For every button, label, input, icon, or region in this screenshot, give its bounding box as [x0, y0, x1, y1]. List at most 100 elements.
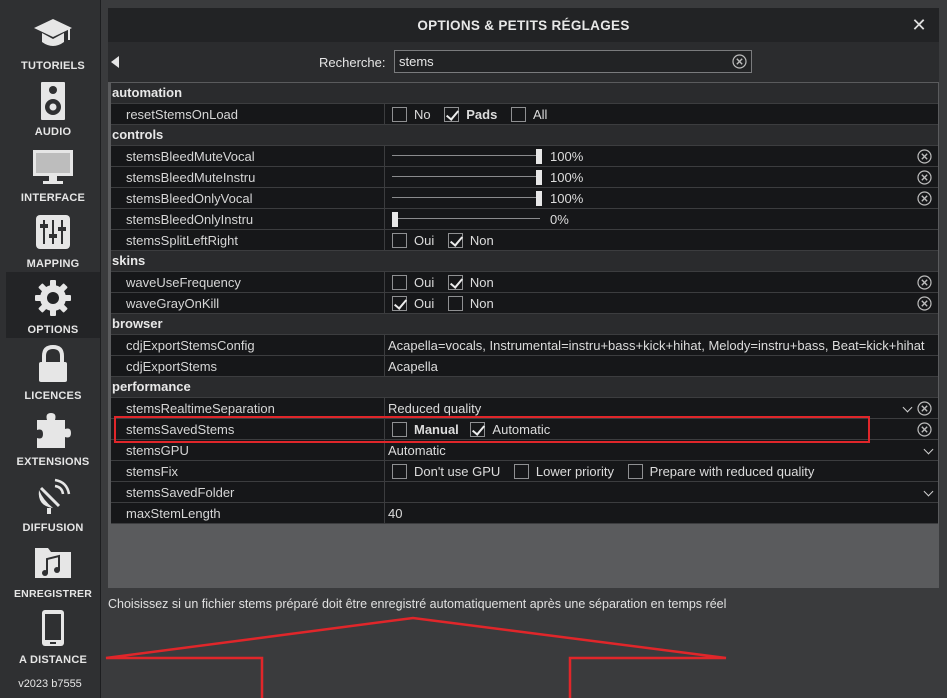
- sidebar-item-label: DIFFUSION: [22, 522, 84, 534]
- chevron-down-icon[interactable]: [902, 402, 913, 413]
- graduation-cap-icon: [34, 19, 72, 46]
- search-label: Recherche:: [319, 55, 386, 70]
- reset-icon[interactable]: [917, 401, 932, 416]
- option-name: stemsSavedStems: [126, 422, 235, 437]
- option-label: Prepare with reduced quality: [649, 464, 815, 479]
- slider-track[interactable]: [392, 218, 540, 219]
- checkbox-oui[interactable]: [392, 275, 407, 290]
- reset-icon[interactable]: [917, 191, 932, 206]
- reset-icon[interactable]: [917, 149, 932, 164]
- checkbox-pads[interactable]: [444, 107, 460, 122]
- slider-value: 100%: [550, 170, 584, 185]
- checkbox-oui[interactable]: [392, 233, 407, 248]
- option-name: resetStemsOnLoad: [126, 107, 239, 122]
- option-name: waveGrayOnKill: [126, 296, 220, 311]
- table-row: waveUseFrequency Oui Non: [111, 272, 938, 293]
- checkbox-dont-use-gpu[interactable]: [392, 464, 407, 479]
- dropdown-value[interactable]: Automatic: [388, 443, 446, 458]
- section-automation: automation: [111, 83, 938, 104]
- options-panel: OPTIONS & PETITS RÉGLAGES ✕ Recherche: a…: [108, 8, 939, 588]
- option-name: waveUseFrequency: [126, 275, 241, 290]
- title-bar: OPTIONS & PETITS RÉGLAGES ✕: [108, 8, 939, 42]
- sidebar-item-tutoriels[interactable]: TUTORIELS: [6, 8, 100, 74]
- option-name: maxStemLength: [126, 506, 221, 521]
- sidebar-item-licences[interactable]: LICENCES: [6, 338, 100, 404]
- chevron-down-icon[interactable]: [923, 444, 934, 455]
- checkbox-non[interactable]: [447, 296, 463, 311]
- section-controls: controls: [111, 125, 938, 146]
- sidebar-item-audio[interactable]: AUDIO: [6, 74, 100, 140]
- reset-icon[interactable]: [917, 422, 932, 437]
- clear-search-icon[interactable]: [732, 54, 747, 69]
- option-label: Oui: [414, 275, 435, 290]
- chevron-down-icon[interactable]: [923, 486, 934, 497]
- version-label: v2023 b7555: [18, 678, 82, 690]
- slider-value: 100%: [550, 191, 584, 206]
- dropdown-value[interactable]: Reduced quality: [388, 401, 481, 416]
- slider-value: 0%: [550, 212, 569, 227]
- close-button[interactable]: ✕: [908, 14, 930, 36]
- annotation-arrow-shape: [105, 616, 727, 698]
- option-name: stemsRealtimeSeparation: [126, 401, 275, 416]
- text-value[interactable]: 40: [388, 506, 402, 521]
- options-table: automation resetStemsOnLoad No Pads All …: [111, 83, 938, 524]
- text-value[interactable]: Acapella=vocals, Instrumental=instru+bas…: [388, 338, 925, 353]
- slider-track[interactable]: [392, 176, 540, 177]
- checkbox-oui[interactable]: [392, 296, 407, 311]
- table-row: stemsBleedOnlyVocal 100%: [111, 188, 938, 209]
- table-row: stemsSavedFolder: [111, 482, 938, 503]
- table-row: stemsFix Don't use GPU Lower priority Pr…: [111, 461, 938, 482]
- back-arrow-icon[interactable]: [111, 56, 119, 68]
- search-input[interactable]: [394, 50, 752, 73]
- slider-track[interactable]: [392, 155, 540, 156]
- option-name: stemsSplitLeftRight: [126, 233, 238, 248]
- option-label: Don't use GPU: [414, 464, 501, 479]
- option-label: Oui: [414, 233, 435, 248]
- sidebar-item-enregistrer[interactable]: ENREGISTRER: [6, 536, 100, 602]
- sidebar-item-interface[interactable]: INTERFACE: [6, 140, 100, 206]
- sidebar-item-label: INTERFACE: [20, 192, 86, 204]
- sidebar-item-label: EXTENSIONS: [16, 456, 90, 468]
- checkbox-automatic[interactable]: [470, 422, 486, 437]
- satellite-dish-icon: [38, 478, 71, 514]
- checkbox-non[interactable]: [447, 233, 463, 248]
- checkbox-manual[interactable]: [392, 422, 407, 437]
- slider-knob[interactable]: [392, 212, 398, 227]
- option-label: Lower priority: [535, 464, 614, 479]
- sidebar: TUTORIELS AUDIO INTERFACE MAPPING OPTION…: [0, 0, 100, 698]
- slider-value: 100%: [550, 149, 584, 164]
- monitor-icon: [33, 150, 73, 184]
- option-name: cdjExportStemsConfig: [126, 338, 255, 353]
- table-row: cdjExportStems Acapella: [111, 356, 938, 377]
- checkbox-lower-priority[interactable]: [513, 464, 529, 479]
- option-label: Pads: [466, 107, 498, 122]
- slider-knob[interactable]: [536, 170, 542, 185]
- checkbox-reduced-quality[interactable]: [627, 464, 643, 479]
- checkbox-all[interactable]: [510, 107, 526, 122]
- checkbox-no[interactable]: [392, 107, 407, 122]
- table-row: stemsSavedStems Manual Automatic: [111, 419, 938, 440]
- table-row: cdjExportStemsConfig Acapella=vocals, In…: [111, 335, 938, 356]
- slider-knob[interactable]: [536, 191, 542, 206]
- reset-icon[interactable]: [917, 170, 932, 185]
- option-name: stemsFix: [126, 464, 178, 479]
- sidebar-item-options[interactable]: OPTIONS: [6, 272, 100, 338]
- option-label: Oui: [414, 296, 435, 311]
- slider-track[interactable]: [392, 197, 540, 198]
- sliders-icon: [36, 215, 70, 249]
- option-name: cdjExportStems: [126, 359, 218, 374]
- slider-knob[interactable]: [536, 149, 542, 164]
- sidebar-item-mapping[interactable]: MAPPING: [6, 206, 100, 272]
- sidebar-item-diffusion[interactable]: DIFFUSION: [6, 470, 100, 536]
- reset-icon[interactable]: [917, 275, 932, 290]
- option-name: stemsSavedFolder: [126, 485, 235, 500]
- puzzle-icon: [37, 413, 71, 448]
- checkbox-non[interactable]: [447, 275, 463, 290]
- sidebar-item-a-distance[interactable]: A DISTANCE: [6, 602, 100, 668]
- reset-icon[interactable]: [917, 296, 932, 311]
- table-row: stemsBleedOnlyInstru 0%: [111, 209, 938, 230]
- table-row: waveGrayOnKill Oui Non: [111, 293, 938, 314]
- text-value[interactable]: Acapella: [388, 359, 438, 374]
- option-label: Non: [469, 233, 494, 248]
- sidebar-item-extensions[interactable]: EXTENSIONS: [6, 404, 100, 470]
